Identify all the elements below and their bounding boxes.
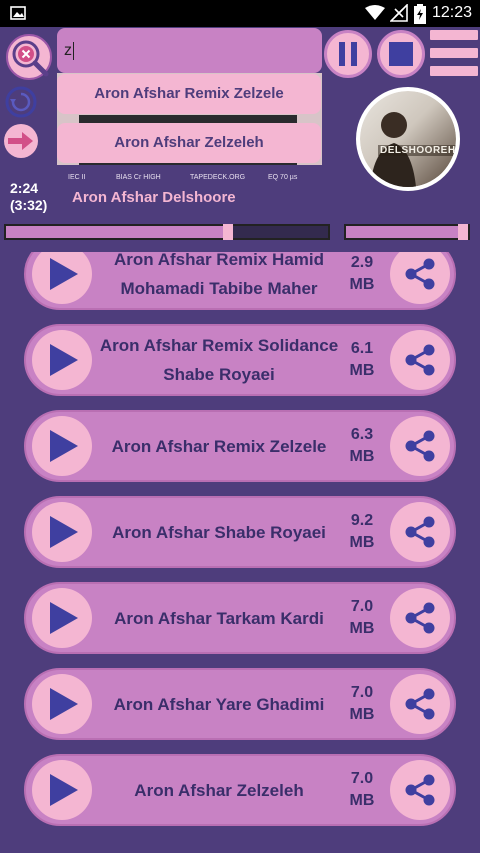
share-icon [405,774,435,806]
total-time: (3:32) [10,197,48,213]
tape-label: TAPEDECK.ORG [190,174,246,181]
clock: 12:23 [431,4,472,21]
track-title: Aron Afshar Yare Ghadimi [113,694,325,714]
share-button[interactable] [390,588,450,648]
search-button[interactable] [6,34,52,80]
play-button[interactable] [32,502,92,562]
artist-silhouette [370,112,416,187]
track-title: Aron Afshar Remix Zelzele [111,436,327,456]
share-icon [405,688,435,720]
track-title: Aron Afshar Remix Solidance Shabe Royaei [99,336,339,384]
share-button[interactable] [390,330,450,390]
tape-label: EQ 70 µs [268,174,298,181]
search-input-text: z [64,42,72,59]
track-title: Aron Afshar Shabe Royaei [112,522,326,542]
track-row[interactable]: Aron Afshar Tarkam Kardi 7.0 MB [24,582,456,654]
seek-bar[interactable] [4,224,330,240]
seek-bar-handle[interactable] [223,224,234,240]
play-icon [50,516,78,548]
share-button[interactable] [390,760,450,820]
track-size: 6.3 MB [349,426,375,465]
share-icon [405,258,435,290]
track-size: 7.0 MB [349,684,375,723]
current-time: 2:24 [10,180,39,196]
play-icon [50,344,78,376]
track-row[interactable]: Aron Afshar Remix Solidance Shabe Royaei… [24,324,456,396]
share-button[interactable] [390,674,450,734]
stop-icon [389,42,413,66]
track-size: 7.0 MB [349,598,375,637]
volume-bar-handle[interactable] [458,224,468,240]
repeat-button[interactable] [4,85,38,119]
tape-label: BIAS Cr HIGH [116,174,161,181]
play-button[interactable] [32,252,92,304]
arrow-right-icon [8,132,33,150]
share-icon [405,602,435,634]
play-button[interactable] [32,588,92,648]
search-suggestion[interactable]: Aron Afshar Remix Zelzele [57,74,321,114]
search-suggestion[interactable]: Aron Afshar Zelzeleh [57,123,321,163]
seek-bar-fill [6,226,229,238]
text-caret [73,41,74,60]
play-icon [50,430,78,462]
pause-icon [339,42,357,66]
share-icon [405,516,435,548]
track-row[interactable]: Aron Afshar Zelzeleh 7.0 MB [24,754,456,826]
track-row[interactable]: Aron Afshar Remix Zelzele 6.3 MB [24,410,456,482]
share-icon [405,344,435,376]
album-art-text: DELSHOOREH [378,145,456,156]
pause-button[interactable] [324,30,372,78]
share-icon [405,430,435,462]
next-button[interactable] [4,124,38,158]
play-icon [50,688,78,720]
share-button[interactable] [390,502,450,562]
menu-button[interactable] [430,30,478,78]
play-button[interactable] [32,416,92,476]
signal-icon [390,4,408,22]
search-input[interactable]: z [57,28,322,73]
stop-button[interactable] [377,30,425,78]
album-art: DELSHOOREH [356,87,460,191]
share-button[interactable] [390,416,450,476]
track-title: Aron Afshar Tarkam Kardi [114,608,324,628]
play-button[interactable] [32,330,92,390]
play-icon [50,774,78,806]
volume-bar-fill [346,226,460,238]
share-button[interactable] [390,252,450,304]
menu-icon [430,30,478,40]
tape-labels: IEC II BIAS Cr HIGH TAPEDECK.ORG EQ 70 µ… [68,174,318,188]
wifi-icon [365,5,385,20]
tape-label: IEC II [68,174,86,181]
track-row[interactable]: Aron Afshar Remix Hamid Mohamadi Tabibe … [24,252,456,310]
track-row[interactable]: Aron Afshar Shabe Royaei 9.2 MB [24,496,456,568]
repeat-icon [5,86,37,118]
track-size: 9.2 MB [349,512,375,551]
track-title: Aron Afshar Zelzeleh [134,780,304,800]
track-row[interactable]: Aron Afshar Yare Ghadimi 7.0 MB [24,668,456,740]
track-title: Aron Afshar Remix Hamid Mohamadi Tabibe … [113,252,325,298]
gallery-icon [10,6,26,20]
now-playing-title: Aron Afshar Delshoore [72,189,236,206]
track-size: 2.9 MB [349,254,375,293]
play-button[interactable] [32,760,92,820]
play-icon [50,602,78,634]
volume-bar[interactable] [344,224,470,240]
track-size: 7.0 MB [349,770,375,809]
status-bar: 12:23 [0,0,480,27]
play-button[interactable] [32,674,92,734]
play-icon [50,258,78,290]
track-list[interactable]: Aron Afshar Remix Hamid Mohamadi Tabibe … [0,252,480,853]
search-icon [12,40,49,77]
battery-icon [414,4,426,24]
track-size: 6.1 MB [349,340,375,379]
